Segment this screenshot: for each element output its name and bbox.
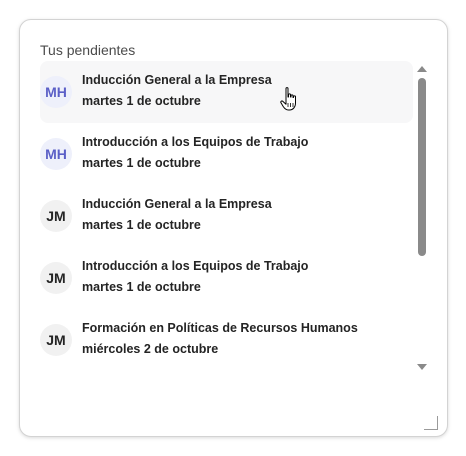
avatar: JM — [40, 200, 72, 232]
task-date: martes 1 de octubre — [82, 156, 201, 170]
task-list-item[interactable]: JM Inducción General a la Empresa martes… — [40, 185, 413, 247]
task-date: martes 1 de octubre — [82, 218, 201, 232]
task-name: Introducción a los Equipos de Trabajo — [82, 259, 309, 273]
hand-pointer-icon — [280, 87, 296, 111]
pending-tasks-card: Tus pendientes MH Inducción General a la… — [19, 19, 448, 437]
task-date: martes 1 de octubre — [82, 94, 201, 108]
resize-handle-icon[interactable] — [424, 416, 438, 430]
card-title: Tus pendientes — [40, 42, 136, 58]
task-date: miércoles 2 de octubre — [82, 342, 219, 356]
task-list-item[interactable]: MH Inducción General a la Empresa martes… — [40, 61, 413, 123]
task-list-item[interactable]: JM Formación en Políticas de Recursos Hu… — [40, 309, 413, 369]
task-name: Introducción a los Equipos de Trabajo — [82, 135, 309, 149]
task-name: Inducción General a la Empresa — [82, 73, 272, 87]
scroll-down-icon[interactable] — [417, 364, 427, 370]
task-name: Inducción General a la Empresa — [82, 197, 272, 211]
task-date: martes 1 de octubre — [82, 280, 201, 294]
scroll-up-icon[interactable] — [417, 66, 427, 72]
scrollbar-thumb[interactable] — [418, 78, 426, 256]
task-list-item[interactable]: JM Introducción a los Equipos de Trabajo… — [40, 247, 413, 309]
avatar: JM — [40, 262, 72, 294]
avatar: MH — [40, 76, 72, 108]
avatar: JM — [40, 324, 72, 356]
task-list-item[interactable]: MH Introducción a los Equipos de Trabajo… — [40, 123, 413, 185]
avatar: MH — [40, 138, 72, 170]
task-list[interactable]: MH Inducción General a la Empresa martes… — [40, 61, 413, 369]
task-name: Formación en Políticas de Recursos Human… — [82, 321, 358, 335]
